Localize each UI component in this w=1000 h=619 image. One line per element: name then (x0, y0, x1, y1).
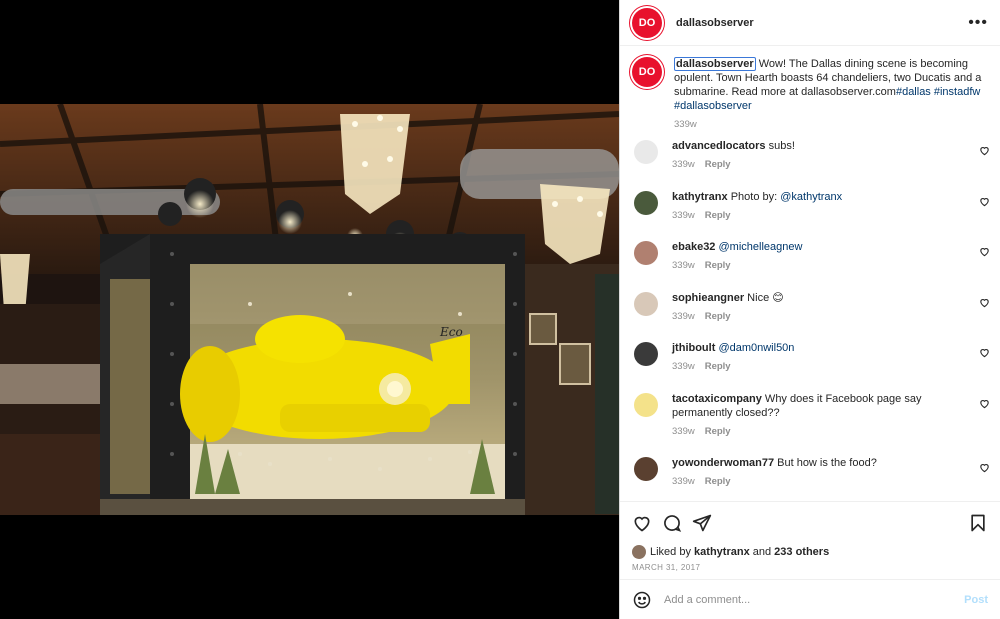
commenter-avatar[interactable] (634, 140, 658, 164)
like-comment-icon[interactable] (979, 462, 990, 473)
author-avatar[interactable]: DO (632, 7, 662, 38)
reply-button[interactable]: Reply (705, 159, 731, 170)
caption-username[interactable]: dallasobserver (674, 57, 756, 71)
bookmark-icon[interactable] (968, 513, 988, 533)
comment-item: yowonderwoman77 But how is the food? 339w… (620, 456, 1000, 502)
post-panel: DO dallasobserver ••• DO dallasobserver … (619, 0, 1000, 619)
post-comment-button[interactable]: Post (964, 594, 988, 606)
comment-age: 339w (672, 260, 695, 271)
commenter-username[interactable]: kathytranx (672, 191, 728, 203)
reply-button[interactable]: Reply (705, 361, 731, 372)
caption-avatar[interactable]: DO (632, 57, 662, 87)
liker-avatar (632, 545, 646, 559)
commenter-username[interactable]: advancedlocators (672, 140, 766, 152)
commenter-avatar[interactable] (634, 456, 658, 481)
heart-icon[interactable] (632, 513, 652, 533)
comment-age: 339w (672, 209, 695, 221)
likes-count[interactable]: 233 others (774, 546, 829, 558)
post-image[interactable]: Eco (0, 104, 619, 515)
like-comment-icon[interactable] (979, 297, 990, 308)
comment-item: tacotaxicompany Why does it Facebook pag… (620, 392, 1000, 456)
like-comment-icon[interactable] (979, 145, 990, 156)
comment-item: advancedlocators subs! 339w Reply (620, 139, 1000, 190)
commenter-avatar[interactable] (634, 392, 658, 417)
svg-text:Eco: Eco (439, 325, 463, 339)
post-media: Eco (0, 0, 619, 619)
more-options-icon[interactable]: ••• (968, 14, 988, 32)
comment-icon[interactable] (662, 513, 682, 533)
commenter-avatar[interactable] (634, 241, 658, 265)
like-comment-icon[interactable] (979, 347, 990, 358)
mention-link[interactable]: @michelleagnew (719, 241, 803, 253)
comment-text: subs! (765, 140, 795, 152)
caption-age: 339w (674, 119, 697, 130)
like-comment-icon[interactable] (979, 246, 990, 257)
mention-link[interactable]: @dam0nwil50n (718, 342, 794, 354)
hashtag-link[interactable]: #dallas (896, 86, 931, 98)
comment-age: 339w (672, 425, 695, 437)
comment-age: 339w (672, 310, 695, 322)
comment-item: kathytranx Photo by: @kathytranx 339w Repl… (620, 190, 1000, 241)
comment-item: jthiboult @dam0nwil50n 339w Reply (620, 341, 1000, 392)
comment-text: But how is the food? (774, 456, 877, 469)
commenter-avatar[interactable] (634, 291, 658, 316)
reply-button[interactable]: Reply (705, 210, 731, 221)
comment-age: 339w (672, 361, 695, 372)
mention-link[interactable]: @kathytranx (780, 191, 842, 203)
post-caption: DO dallasobserver Wow! The Dallas dining… (620, 47, 1000, 139)
commenter-username[interactable]: sophieangner (672, 292, 744, 304)
hashtag-link[interactable]: #instadfw (934, 86, 980, 98)
author-username[interactable]: dallasobserver (676, 17, 968, 29)
comment-box: Post (620, 579, 1000, 619)
post-header: DO dallasobserver ••• (620, 0, 1000, 46)
comment-text: Photo by: (727, 190, 781, 203)
share-icon[interactable] (692, 513, 712, 533)
liker-username[interactable]: kathytranx (694, 546, 750, 558)
like-comment-icon[interactable] (979, 196, 990, 207)
comment-age: 339w (672, 475, 695, 487)
hashtag-link[interactable]: #dallasobserver (674, 100, 752, 112)
commenter-avatar[interactable] (634, 190, 658, 215)
comment-age: 339w (672, 159, 695, 170)
post-date: MARCH 31, 2017 (632, 563, 701, 572)
comments-list[interactable]: DO dallasobserver Wow! The Dallas dining… (620, 47, 1000, 501)
emoji-icon[interactable] (632, 590, 652, 610)
commenter-username[interactable]: ebake32 (672, 241, 715, 253)
comment-item: sophieangner Nice 😊 339w Reply (620, 291, 1000, 342)
reply-button[interactable]: Reply (705, 260, 731, 271)
actions-bar: Liked by kathytranx and 233 others MARCH… (620, 501, 1000, 579)
commenter-avatar[interactable] (634, 342, 658, 366)
likes-summary: Liked by kathytranx and 233 others (632, 545, 988, 559)
comment-input[interactable] (664, 593, 965, 606)
commenter-username[interactable]: tacotaxicompany (672, 393, 762, 405)
comment-item: ebake32 @michelleagnew 339w Reply (620, 240, 1000, 291)
reply-button[interactable]: Reply (705, 426, 731, 437)
comment-text: Nice 😊 (744, 291, 784, 304)
reply-button[interactable]: Reply (705, 311, 731, 322)
commenter-username[interactable]: yowonderwoman77 (672, 457, 774, 469)
commenter-username[interactable]: jthiboult (672, 342, 715, 354)
reply-button[interactable]: Reply (705, 476, 731, 487)
like-comment-icon[interactable] (979, 398, 990, 409)
